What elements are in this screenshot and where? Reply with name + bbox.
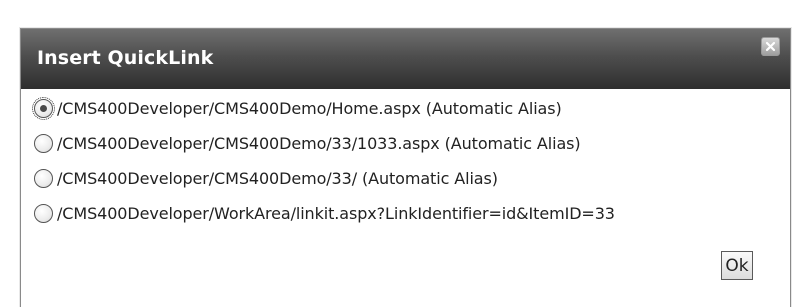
option-label-2: /CMS400Developer/CMS400Demo/33/1033.aspx… — [57, 134, 581, 153]
close-icon[interactable] — [761, 37, 780, 56]
quicklink-option-3[interactable]: /CMS400Developer/CMS400Demo/33/ (Automat… — [34, 161, 615, 196]
option-label-3: /CMS400Developer/CMS400Demo/33/ (Automat… — [57, 169, 498, 188]
ok-button[interactable]: Ok — [721, 251, 753, 280]
radio-button-1[interactable] — [32, 97, 55, 120]
option-label-4: /CMS400Developer/WorkArea/linkit.aspx?Li… — [57, 204, 615, 223]
quicklink-option-2[interactable]: /CMS400Developer/CMS400Demo/33/1033.aspx… — [34, 126, 615, 161]
radio-dot — [40, 105, 47, 112]
dialog-title: Insert QuickLink — [37, 47, 214, 69]
quicklink-option-1[interactable]: /CMS400Developer/CMS400Demo/Home.aspx (A… — [32, 91, 615, 126]
radio-button-4[interactable] — [34, 204, 53, 223]
radio-button-3[interactable] — [34, 169, 53, 188]
quicklink-option-4[interactable]: /CMS400Developer/WorkArea/linkit.aspx?Li… — [34, 196, 615, 231]
quicklink-options: /CMS400Developer/CMS400Demo/Home.aspx (A… — [32, 91, 615, 231]
dialog-titlebar: Insert QuickLink — [21, 29, 790, 89]
option-label-1: /CMS400Developer/CMS400Demo/Home.aspx (A… — [57, 99, 562, 118]
radio-button-2[interactable] — [34, 134, 53, 153]
insert-quicklink-dialog: Insert QuickLink /CMS400Developer/CMS400… — [20, 28, 791, 307]
page: Insert QuickLink /CMS400Developer/CMS400… — [0, 0, 804, 307]
